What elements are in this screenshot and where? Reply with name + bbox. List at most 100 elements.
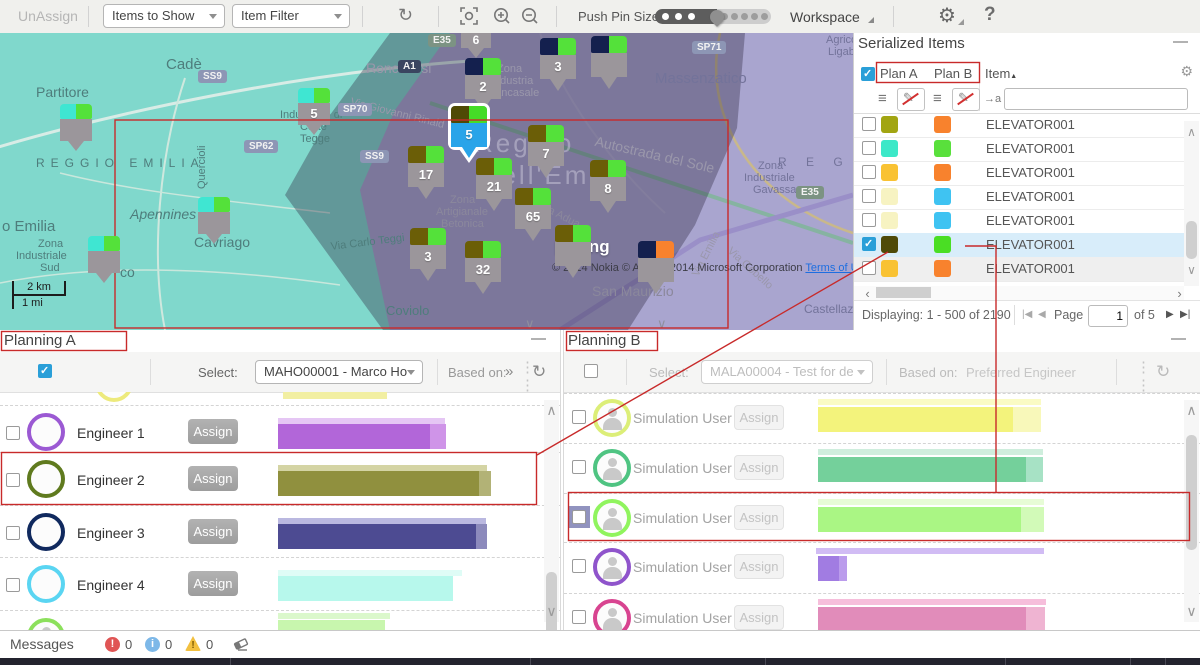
minimize-button[interactable]: —	[1171, 330, 1186, 347]
refresh-icon[interactable]: ↻	[532, 362, 546, 382]
gantt-bar[interactable]	[278, 613, 390, 619]
assign-button[interactable]: Assign	[188, 466, 238, 491]
planning-row[interactable]	[0, 610, 560, 630]
drag-handle-icon[interactable]: ⋮⋮	[1136, 358, 1151, 394]
expand-more-icon[interactable]: »	[505, 363, 513, 380]
gantt-bar[interactable]	[479, 471, 491, 496]
last-page-icon[interactable]: ▶|	[1180, 309, 1190, 320]
gantt-bar[interactable]	[818, 607, 1026, 630]
select-all-checkbox[interactable]	[584, 364, 598, 378]
assign-button[interactable]: Assign	[734, 505, 784, 530]
row-checkbox[interactable]	[6, 526, 20, 540]
plan-a-color-swatch[interactable]	[881, 188, 898, 205]
table-row[interactable]: ELEVATOR001	[854, 233, 1184, 258]
item-column-header[interactable]: Item▲	[985, 66, 1017, 81]
table-row[interactable]: ELEVATOR001	[854, 185, 1184, 210]
row-checkbox[interactable]	[6, 578, 20, 592]
help-button[interactable]: ?	[984, 4, 996, 26]
plan-a-filter-menu-icon[interactable]: ≡	[878, 90, 887, 107]
zoom-in-icon[interactable]	[493, 7, 511, 30]
gantt-bar[interactable]	[818, 507, 1021, 532]
plan-a-color-swatch[interactable]	[881, 116, 898, 133]
item-filter-type-icon[interactable]: →a	[984, 93, 1001, 105]
gantt-bar[interactable]	[839, 556, 847, 581]
assign-button[interactable]: Assign	[734, 554, 784, 579]
zoom-out-icon[interactable]	[521, 7, 539, 30]
gantt-bar[interactable]	[818, 599, 1046, 605]
plan-a-color-swatch[interactable]	[881, 212, 898, 229]
planning-row[interactable]: Engineer 2Assign	[0, 452, 560, 506]
row-checkbox[interactable]	[862, 213, 876, 227]
plan-a-color-swatch[interactable]	[881, 260, 898, 277]
plan-b-color-swatch[interactable]	[934, 188, 951, 205]
push-pin-size-slider[interactable]	[655, 9, 771, 24]
engineer-select-dropdown[interactable]: MAHO00001 - Marco Ho	[255, 360, 423, 384]
row-checkbox[interactable]	[6, 473, 20, 487]
gantt-bar[interactable]	[476, 524, 487, 549]
row-checkbox[interactable]	[572, 610, 586, 624]
horizontal-scrollbar[interactable]: ‹ ›	[854, 286, 1184, 300]
vertical-scrollbar[interactable]: ∧ ∨	[544, 400, 559, 622]
gantt-bar[interactable]	[818, 457, 1026, 482]
row-checkbox[interactable]	[6, 426, 20, 440]
plan-b-color-swatch[interactable]	[934, 260, 951, 277]
row-checkbox[interactable]	[862, 261, 876, 275]
table-row[interactable]: ELEVATOR001	[854, 209, 1184, 234]
gantt-bar[interactable]	[818, 407, 1013, 432]
row-checkbox[interactable]	[862, 117, 876, 131]
minimize-button[interactable]: —	[531, 330, 546, 347]
row-checkbox[interactable]	[862, 237, 876, 251]
row-checkbox[interactable]	[572, 510, 586, 524]
gear-icon[interactable]: ⚙	[938, 3, 956, 28]
planning-row[interactable]: Engineer 3Assign	[0, 505, 560, 559]
plan-b-color-swatch[interactable]	[934, 212, 951, 229]
gantt-bar[interactable]	[278, 620, 385, 630]
plan-a-color-swatch[interactable]	[881, 140, 898, 157]
zoom-select-icon[interactable]	[460, 7, 478, 30]
minimize-button[interactable]: —	[1173, 33, 1188, 50]
page-number-input[interactable]	[1088, 305, 1128, 327]
plan-b-color-swatch[interactable]	[934, 140, 951, 157]
plan-b-color-swatch[interactable]	[934, 164, 951, 181]
terms-of-use-link[interactable]: Terms of Use	[805, 262, 853, 274]
plan-a-column-header[interactable]: Plan A	[880, 66, 918, 81]
clear-messages-eraser-icon[interactable]	[233, 638, 249, 656]
gantt-bar[interactable]	[278, 471, 479, 496]
gantt-bar[interactable]	[816, 548, 1044, 554]
gantt-bar[interactable]	[1013, 407, 1041, 432]
refresh-icon[interactable]: ↻	[398, 5, 413, 26]
gantt-bar[interactable]	[1026, 457, 1043, 482]
items-to-show-dropdown[interactable]: Items to Show	[103, 4, 225, 28]
assign-button[interactable]: Assign	[188, 519, 238, 544]
row-checkbox[interactable]	[862, 189, 876, 203]
plan-b-color-swatch[interactable]	[934, 236, 951, 253]
planning-row[interactable]: Engineer 1Assign	[0, 405, 560, 459]
select-all-checkbox[interactable]	[861, 67, 875, 81]
row-checkbox[interactable]	[862, 165, 876, 179]
splitter-collapse-icon[interactable]: ∨	[657, 316, 667, 330]
assign-button[interactable]: Assign	[734, 605, 784, 630]
item-filter-input[interactable]	[1004, 88, 1188, 110]
gantt-bar[interactable]	[818, 556, 839, 581]
assign-button[interactable]: Assign	[734, 455, 784, 480]
table-row[interactable]: ELEVATOR001	[854, 113, 1184, 138]
planning-row[interactable]: Simulation User 1Assign	[564, 393, 1200, 447]
plan-b-column-header[interactable]: Plan B	[934, 66, 972, 81]
assign-button[interactable]: Assign	[188, 571, 238, 596]
row-checkbox[interactable]	[572, 460, 586, 474]
gantt-bar[interactable]	[818, 449, 1043, 455]
table-row[interactable]: ELEVATOR001	[854, 257, 1184, 282]
item-filter-dropdown[interactable]: Item Filter	[232, 4, 350, 28]
planning-row[interactable]: Simulation User 2Assign	[564, 443, 1200, 497]
gantt-bar[interactable]	[818, 499, 1044, 505]
plan-a-filter-edit-icon[interactable]	[897, 88, 925, 111]
vertical-scrollbar[interactable]: ∧ ∨	[1184, 400, 1199, 622]
planning-row[interactable]: Engineer 4Assign	[0, 557, 560, 611]
planning-row[interactable]: Simulation User 4Assign	[564, 542, 1200, 596]
grid-settings-gear-icon[interactable]: ⚙	[1180, 63, 1193, 80]
vertical-scrollbar[interactable]: ∧ ∨	[1184, 121, 1199, 286]
engineer-select-dropdown[interactable]: MALA00004 - Test for de	[701, 360, 873, 384]
refresh-icon[interactable]: ↻	[1156, 362, 1170, 382]
assign-button[interactable]: Assign	[188, 419, 238, 444]
splitter-collapse-icon[interactable]: ∨	[525, 316, 535, 330]
